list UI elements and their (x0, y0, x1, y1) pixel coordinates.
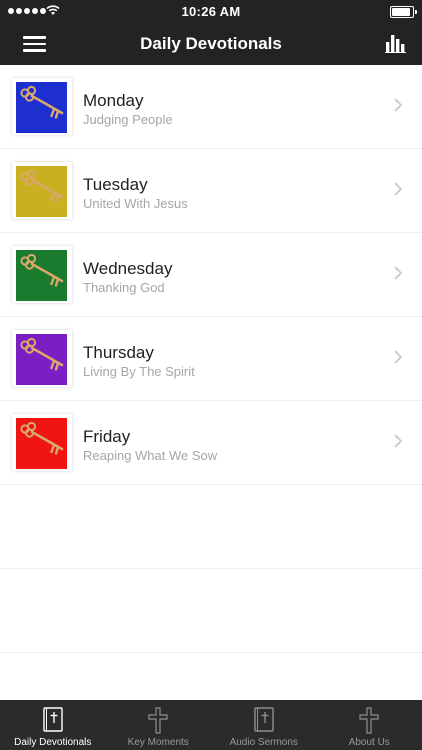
devotional-subtitle: Thanking God (83, 280, 165, 295)
day-label: Friday (83, 427, 131, 446)
tab-bar: Daily Devotionals Key Moments Audio Serm… (0, 700, 422, 750)
chevron-right-icon (394, 182, 402, 196)
tab-label: Daily Devotionals (14, 737, 92, 748)
thumbnail (12, 78, 72, 135)
day-label: Monday (83, 91, 144, 110)
tab-label: About Us (348, 737, 390, 748)
tab-label: Key Moments (127, 737, 189, 748)
tab-audio-sermons[interactable]: Audio Sermons (211, 700, 317, 750)
nav-bar: Daily Devotionals (0, 23, 422, 65)
key-icon (16, 334, 67, 385)
key-icon (16, 250, 67, 301)
battery-icon (390, 6, 417, 18)
devotional-subtitle: Living By The Spirit (83, 364, 195, 379)
bar-chart-icon[interactable] (385, 33, 406, 53)
cross-icon (148, 707, 168, 734)
list-item-wednesday[interactable]: Wednesday Thanking God (0, 233, 422, 317)
bible-icon (43, 707, 63, 732)
tab-label: Audio Sermons (229, 737, 298, 748)
day-label: Tuesday (83, 175, 148, 194)
chevron-right-icon (394, 266, 402, 280)
devotional-subtitle: United With Jesus (83, 196, 188, 211)
tab-daily-devotionals[interactable]: Daily Devotionals (0, 700, 106, 750)
list-item-friday[interactable]: Friday Reaping What We Sow (0, 401, 422, 485)
list-item-tuesday[interactable]: Tuesday United With Jesus (0, 149, 422, 233)
day-label: Wednesday (83, 259, 173, 278)
day-label: Thursday (83, 343, 154, 362)
status-bar: 10:26 AM (0, 0, 422, 23)
cross-icon (359, 707, 379, 734)
chevron-right-icon (394, 98, 402, 112)
thumbnail (12, 162, 72, 219)
devotional-list: Monday Judging People Tuesday United Wit… (0, 65, 422, 653)
devotional-subtitle: Judging People (83, 112, 173, 127)
empty-row (0, 485, 422, 569)
list-item-thursday[interactable]: Thursday Living By The Spirit (0, 317, 422, 401)
tab-key-moments[interactable]: Key Moments (106, 700, 212, 750)
empty-row (0, 569, 422, 653)
thumbnail (12, 330, 72, 387)
status-time: 10:26 AM (181, 4, 241, 19)
thumbnail (12, 246, 72, 303)
list-item-monday[interactable]: Monday Judging People (0, 65, 422, 149)
chevron-right-icon (394, 434, 402, 448)
tab-about-us[interactable]: About Us (317, 700, 422, 750)
page-title: Daily Devotionals (140, 34, 282, 53)
devotional-subtitle: Reaping What We Sow (83, 448, 218, 463)
battery-level (392, 8, 410, 16)
chevron-right-icon (394, 350, 402, 364)
key-icon (16, 82, 67, 133)
key-icon (16, 418, 67, 469)
bible-icon (254, 707, 274, 732)
key-icon (16, 166, 67, 217)
thumbnail (12, 414, 72, 471)
